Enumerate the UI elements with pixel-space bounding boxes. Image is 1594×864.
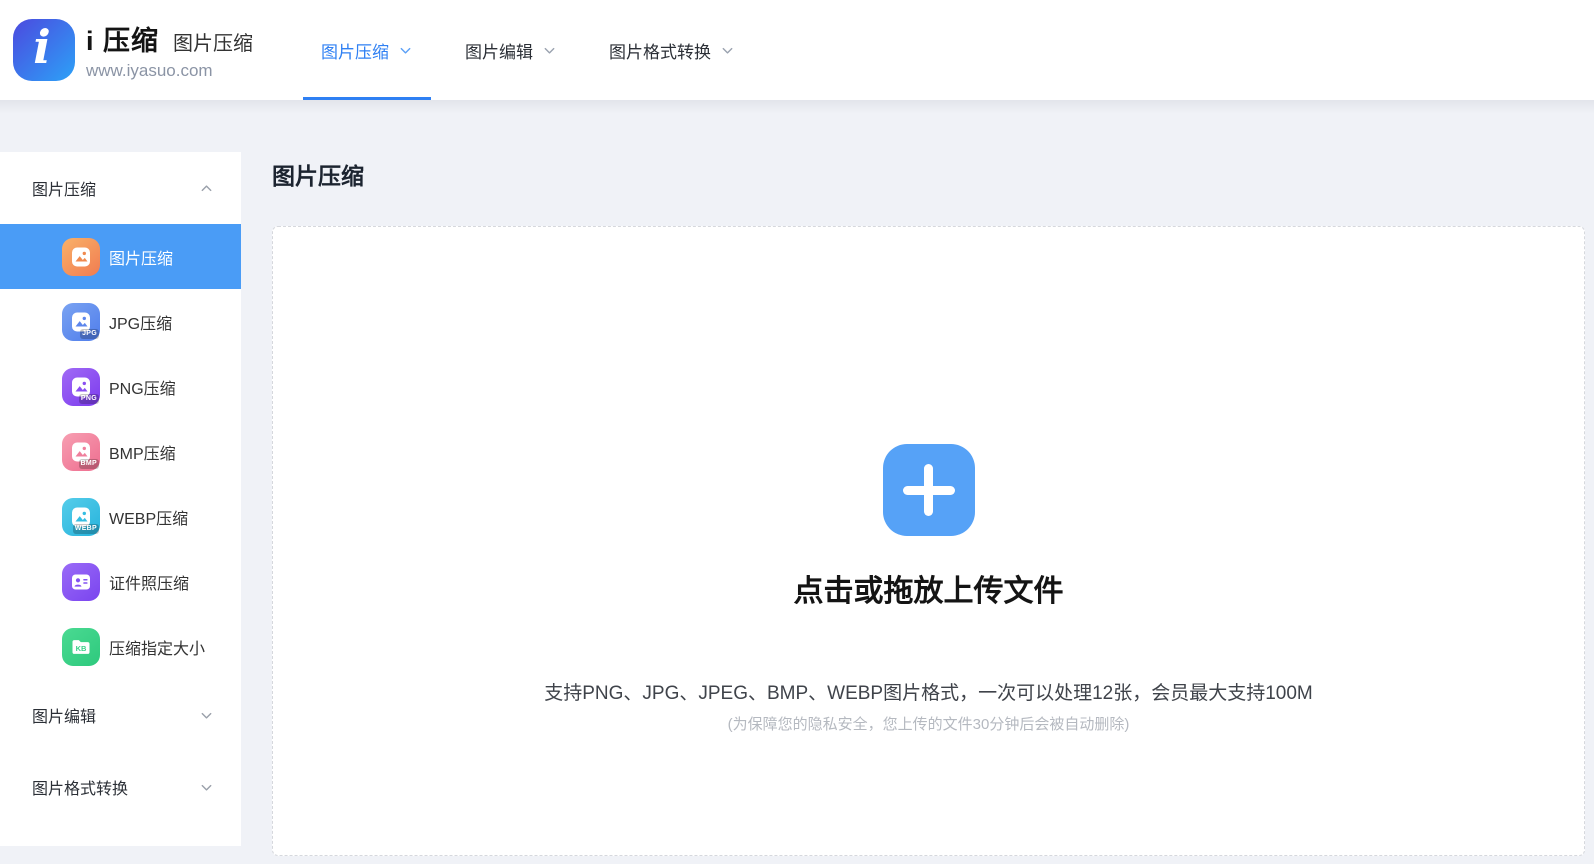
sidebar-item-compress-to-size[interactable]: KB 压缩指定大小: [0, 614, 241, 679]
image-compress-icon: [62, 238, 100, 276]
brand-domain: www.iyasuo.com: [86, 61, 253, 81]
format-badge: BMP: [79, 459, 99, 469]
sidebar-item-id-photo-compress[interactable]: 证件照压缩: [0, 549, 241, 614]
upload-supported-formats: 支持PNG、JPG、JPEG、BMP、WEBP图片格式，一次可以处理12张，会员…: [544, 678, 1313, 705]
nav-item-label: 图片压缩: [321, 38, 389, 63]
sidebar-item-image-compress[interactable]: 图片压缩: [0, 224, 241, 289]
sidebar: 图片压缩 图片压缩 JPG JPG压缩 PNG PNG压缩 BMP BMP压缩: [0, 152, 241, 846]
sidebar-item-label: JPG压缩: [109, 310, 172, 334]
sidebar-item-label: 证件照压缩: [109, 570, 189, 594]
add-files-button[interactable]: [883, 444, 975, 536]
sidebar-item-label: WEBP压缩: [109, 505, 188, 529]
compress-to-size-icon: KB: [62, 628, 100, 666]
sidebar-section-image-edit[interactable]: 图片编辑: [0, 679, 241, 751]
chevron-down-icon: [398, 43, 413, 58]
sidebar-item-bmp-compress[interactable]: BMP BMP压缩: [0, 419, 241, 484]
chevron-down-icon: [199, 708, 214, 723]
svg-text:KB: KB: [76, 643, 87, 652]
upload-privacy-note: (为保障您的隐私安全，您上传的文件30分钟后会被自动删除): [728, 713, 1130, 734]
nav-item-image-edit[interactable]: 图片编辑: [439, 0, 583, 100]
sidebar-item-label: PNG压缩: [109, 375, 176, 399]
format-badge: PNG: [79, 394, 99, 404]
main-nav: 图片压缩 图片编辑 图片格式转换: [295, 0, 761, 100]
logo-letter: i: [33, 24, 50, 70]
top-header: i i 压缩 图片压缩 www.iyasuo.com 图片压缩 图片编辑 图片格…: [0, 0, 1594, 100]
chevron-down-icon: [542, 43, 557, 58]
png-compress-icon: PNG: [62, 368, 100, 406]
nav-item-format-convert[interactable]: 图片格式转换: [583, 0, 761, 100]
brand-logo-icon: i: [13, 19, 75, 81]
upload-headline: 点击或拖放上传文件: [794, 566, 1064, 610]
format-badge: WEBP: [73, 524, 99, 534]
nav-item-label: 图片格式转换: [609, 38, 711, 63]
id-photo-compress-icon: [62, 563, 100, 601]
nav-item-label: 图片编辑: [465, 38, 533, 63]
sidebar-item-label: 图片压缩: [109, 245, 173, 269]
sidebar-item-jpg-compress[interactable]: JPG JPG压缩: [0, 289, 241, 354]
section-label: 图片压缩: [32, 176, 96, 200]
format-badge: JPG: [80, 329, 99, 339]
page-title: 图片压缩: [272, 157, 364, 191]
sidebar-item-png-compress[interactable]: PNG PNG压缩: [0, 354, 241, 419]
nav-item-image-compress[interactable]: 图片压缩: [295, 0, 439, 100]
brand[interactable]: i i 压缩 图片压缩 www.iyasuo.com: [13, 19, 253, 81]
sidebar-item-label: 压缩指定大小: [109, 635, 205, 659]
brand-text: i 压缩 图片压缩 www.iyasuo.com: [86, 19, 253, 81]
sidebar-item-webp-compress[interactable]: WEBP WEBP压缩: [0, 484, 241, 549]
brand-name: i 压缩: [86, 19, 159, 58]
sidebar-section-format-convert[interactable]: 图片格式转换: [0, 751, 241, 823]
chevron-up-icon: [199, 181, 214, 196]
jpg-compress-icon: JPG: [62, 303, 100, 341]
chevron-down-icon: [199, 780, 214, 795]
brand-subtitle: 图片压缩: [173, 27, 253, 56]
upload-dropzone[interactable]: 点击或拖放上传文件 支持PNG、JPG、JPEG、BMP、WEBP图片格式，一次…: [272, 226, 1585, 856]
sidebar-item-label: BMP压缩: [109, 440, 176, 464]
sidebar-section-image-compress[interactable]: 图片压缩: [0, 152, 241, 224]
header-shadow: [0, 100, 1594, 114]
section-label: 图片格式转换: [32, 775, 128, 799]
webp-compress-icon: WEBP: [62, 498, 100, 536]
section-label: 图片编辑: [32, 703, 96, 727]
chevron-down-icon: [720, 43, 735, 58]
bmp-compress-icon: BMP: [62, 433, 100, 471]
